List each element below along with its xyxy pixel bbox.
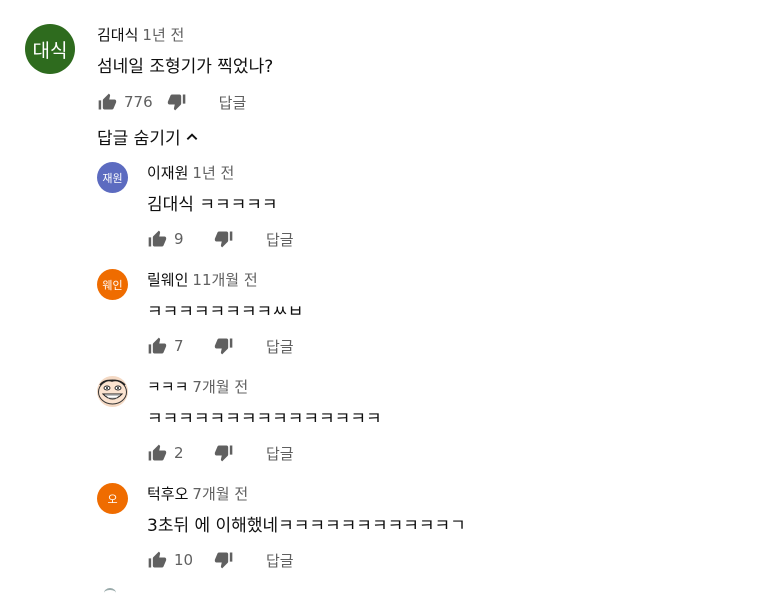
comment-actions: 776 답글 bbox=[97, 90, 246, 114]
like-count: 776 bbox=[124, 93, 153, 111]
like-button[interactable] bbox=[147, 336, 167, 356]
like-button[interactable] bbox=[147, 229, 167, 249]
reply-header: 턱후오 7개월 전 bbox=[147, 483, 248, 504]
reply-button[interactable]: 답글 bbox=[266, 229, 294, 250]
thumbs-down-icon bbox=[214, 445, 233, 462]
dislike-button[interactable] bbox=[214, 550, 234, 570]
dislike-button[interactable] bbox=[214, 443, 234, 463]
avatar[interactable]: 오 bbox=[97, 483, 128, 514]
reply-button[interactable]: 답글 bbox=[266, 550, 294, 571]
avatar-initials: 재원 bbox=[102, 171, 123, 185]
reply-author[interactable]: 릴웨인 bbox=[147, 271, 188, 289]
like-count: 9 bbox=[174, 230, 184, 248]
dislike-button[interactable] bbox=[214, 336, 234, 356]
thumbs-up-icon bbox=[148, 337, 167, 354]
thumbs-down-icon bbox=[214, 552, 233, 569]
reply-time[interactable]: 11개월 전 bbox=[192, 271, 257, 289]
like-count: 7 bbox=[174, 337, 184, 355]
reply-text: 김대식 ㅋㅋㅋㅋㅋ bbox=[147, 195, 278, 215]
avatar-initials: 오 bbox=[107, 492, 118, 506]
comment-author[interactable]: 김대식 bbox=[97, 26, 138, 44]
reply-time[interactable]: 1년 전 bbox=[192, 164, 234, 182]
comment-header: 김대식 1년 전 bbox=[97, 24, 184, 45]
reply-actions: 7 답글 bbox=[147, 334, 294, 358]
avatar-initials: 대식 bbox=[32, 39, 68, 62]
like-button[interactable] bbox=[147, 443, 167, 463]
avatar[interactable]: 웨인 bbox=[97, 269, 128, 300]
reply-time[interactable]: 7개월 전 bbox=[192, 485, 248, 503]
hide-replies-label: 답글 숨기기 bbox=[97, 129, 181, 149]
hide-replies-button[interactable]: 답글 숨기기 bbox=[97, 124, 199, 149]
comment-text: 섬네일 조형기가 찍었나? bbox=[97, 57, 274, 77]
reply-button[interactable]: 답글 bbox=[266, 443, 294, 464]
reply-actions: 10 답글 bbox=[147, 548, 294, 572]
reply-time[interactable]: 7개월 전 bbox=[192, 378, 248, 396]
dislike-button[interactable] bbox=[214, 229, 234, 249]
chevron-up-icon bbox=[186, 132, 197, 140]
reply-author[interactable]: 턱후오 bbox=[147, 485, 188, 503]
reply-actions: 9 답글 bbox=[147, 227, 294, 251]
comment-time[interactable]: 1년 전 bbox=[142, 26, 184, 44]
reply-author[interactable]: ㅋㅋㅋ bbox=[147, 378, 188, 396]
thumbs-up-icon bbox=[148, 551, 167, 568]
reply-button[interactable]: 답글 bbox=[219, 92, 247, 113]
avatar[interactable]: 재원 bbox=[97, 162, 128, 193]
next-avatar-edge bbox=[104, 588, 116, 598]
like-count: 10 bbox=[174, 551, 194, 569]
like-count: 2 bbox=[174, 444, 184, 462]
reply-header: 이재원 1년 전 bbox=[147, 162, 234, 183]
avatar[interactable] bbox=[97, 376, 128, 407]
reply-text: 3초뒤 에 이해했네ㅋㅋㅋㅋㅋㅋㅋㅋㅋㅋㅋㄱ bbox=[147, 516, 466, 536]
thumbs-up-icon bbox=[148, 444, 167, 461]
reply-author[interactable]: 이재원 bbox=[147, 164, 188, 182]
thumbs-up-icon bbox=[148, 230, 167, 247]
like-button[interactable] bbox=[97, 92, 117, 112]
thumbs-up-icon bbox=[98, 93, 117, 110]
grinning-face-icon bbox=[98, 379, 127, 405]
reply-actions: 2 답글 bbox=[147, 441, 294, 465]
thumbs-down-icon bbox=[167, 94, 185, 111]
like-button[interactable] bbox=[147, 550, 167, 570]
reply-header: 릴웨인 11개월 전 bbox=[147, 269, 258, 290]
reply-text: ㅋㅋㅋㅋㅋㅋㅋㅋㅆㅂ bbox=[147, 302, 304, 322]
reply-header: ㅋㅋㅋ 7개월 전 bbox=[147, 376, 248, 397]
thumbs-down-icon bbox=[214, 338, 233, 355]
avatar-initials: 웨인 bbox=[102, 278, 123, 292]
avatar[interactable]: 대식 bbox=[25, 24, 75, 74]
thumbs-down-icon bbox=[214, 231, 233, 248]
dislike-button[interactable] bbox=[167, 92, 187, 112]
reply-button[interactable]: 답글 bbox=[266, 336, 294, 357]
reply-text: ㅋㅋㅋㅋㅋㅋㅋㅋㅋㅋㅋㅋㅋㅋㅋ bbox=[147, 409, 382, 429]
